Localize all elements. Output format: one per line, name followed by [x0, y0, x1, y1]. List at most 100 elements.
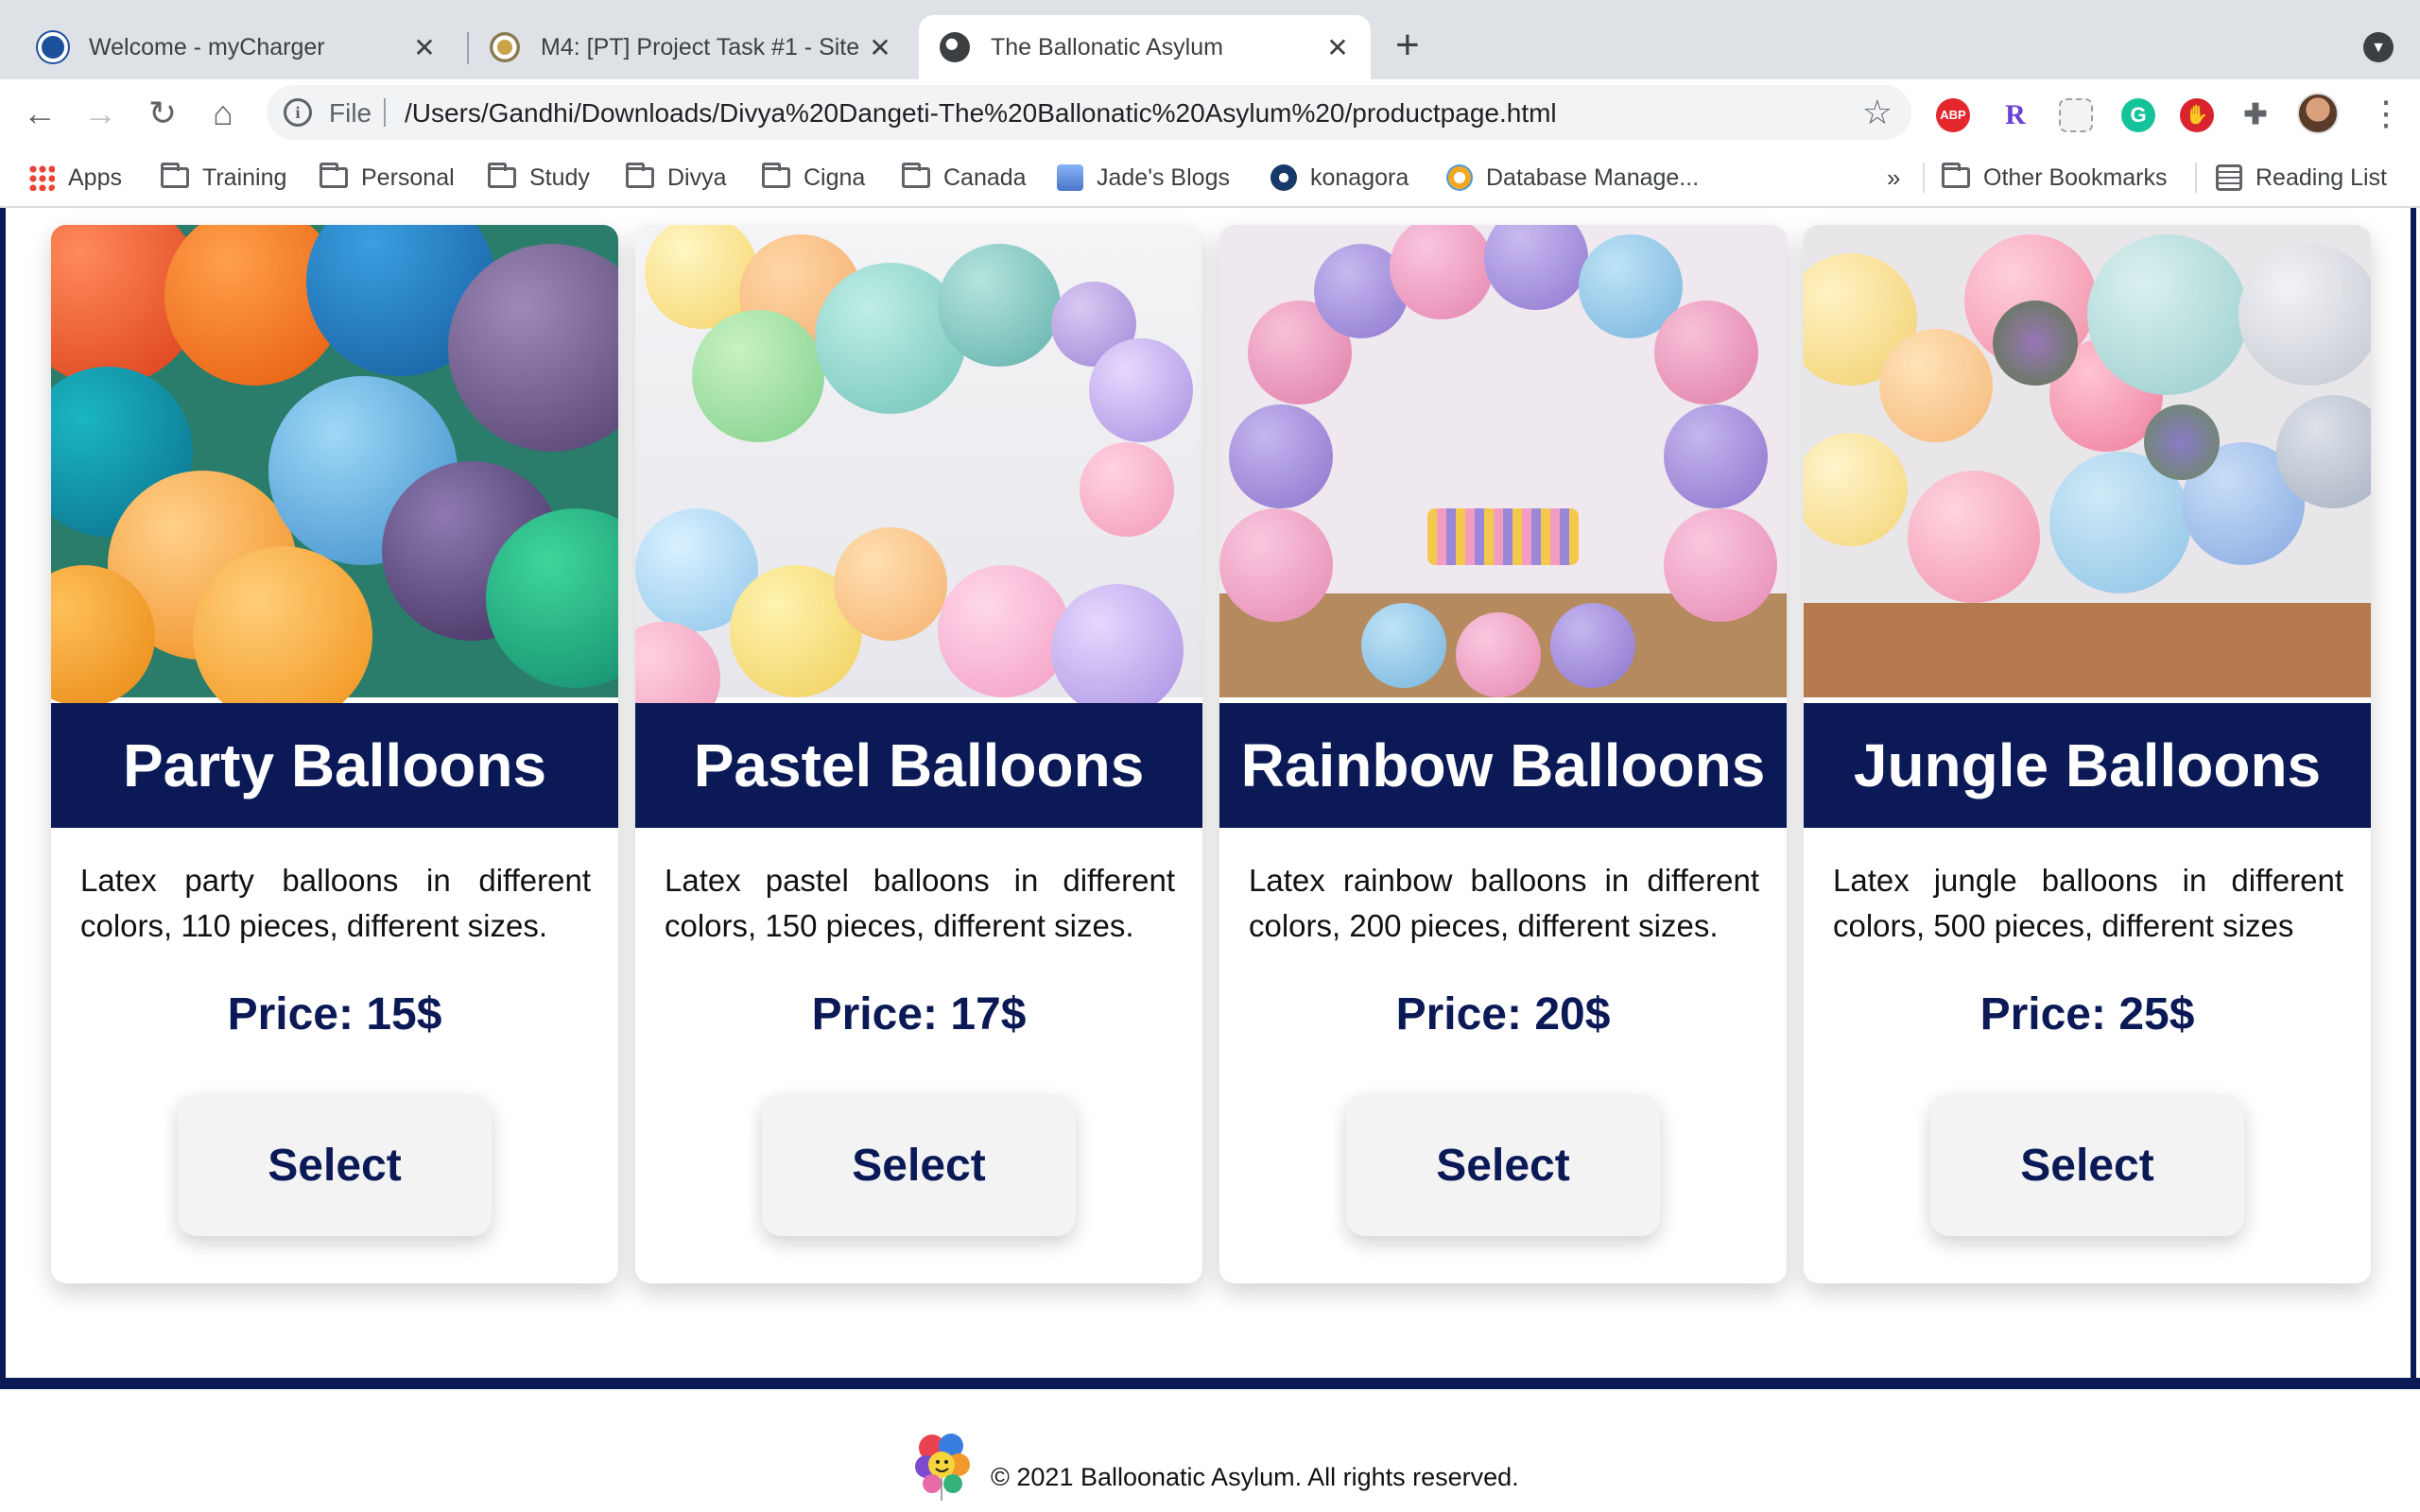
home-icon[interactable]: ⌂ — [202, 93, 244, 134]
info-icon[interactable]: i — [284, 98, 312, 127]
bookmark-cigna[interactable]: Cigna — [762, 161, 865, 195]
bookmark-label: Jade's Blogs — [1097, 163, 1230, 191]
bookmark-label: Personal — [361, 163, 455, 191]
product-description: Latex pastel balloons in different color… — [665, 863, 1175, 943]
bookmark-label: Apps — [68, 163, 122, 191]
close-tab-icon[interactable]: ✕ — [410, 32, 439, 63]
folder-icon — [161, 163, 189, 188]
folder-icon — [1942, 163, 1970, 188]
bookmark-study[interactable]: Study — [488, 161, 590, 195]
page-footer: © 2021 Balloonatic Asylum. All rights re… — [0, 1389, 2420, 1512]
konagora-icon — [1270, 164, 1297, 191]
select-pastel-balloons-button[interactable]: Select — [762, 1094, 1076, 1236]
profile-avatar[interactable] — [2297, 93, 2339, 134]
folder-icon — [902, 163, 930, 188]
bookmark-label: Canada — [943, 163, 1027, 191]
select-jungle-balloons-button[interactable]: Select — [1930, 1094, 2244, 1236]
stop-hand-icon[interactable]: ✋ — [2180, 98, 2214, 132]
balloonatic-asylum-logo — [904, 1423, 983, 1503]
tab-ballonatic-asylum[interactable]: The Ballonatic Asylum ✕ — [919, 15, 1371, 79]
tab-title: Welcome - myCharger — [89, 33, 325, 60]
forward-arrow-icon[interactable]: → — [79, 93, 121, 134]
close-tab-icon[interactable]: ✕ — [866, 32, 894, 63]
tab-title: The Ballonatic Asylum — [991, 33, 1223, 60]
bookmark-apps[interactable]: Apps — [28, 161, 122, 195]
close-tab-icon[interactable]: ✕ — [1323, 32, 1352, 63]
browser-toolbar: ← → ↻ ⌂ i File /Users/Gandhi/Downloads/D… — [0, 79, 2420, 147]
bookmark-personal[interactable]: Personal — [320, 161, 455, 195]
back-arrow-icon[interactable]: ← — [19, 93, 60, 134]
bookmarks-divider — [2195, 163, 2197, 193]
bookmark-training[interactable]: Training — [161, 161, 286, 195]
select-rainbow-balloons-button[interactable]: Select — [1346, 1094, 1660, 1236]
address-bar[interactable]: i File /Users/Gandhi/Downloads/Divya%20D… — [267, 85, 1911, 140]
grammarly-icon[interactable]: G — [2121, 98, 2155, 132]
reload-icon[interactable]: ↻ — [142, 93, 183, 134]
party-balloons-image — [51, 225, 618, 726]
bookmarks-bar: Apps Training Personal Study Divya Cigna… — [0, 147, 2420, 208]
extension-r-icon[interactable]: R — [1998, 98, 2032, 132]
pastel-balloons-image — [635, 225, 1202, 735]
product-price: Price: 20$ — [1395, 989, 1611, 1040]
page-viewport: Party Balloons Latex party balloons in d… — [0, 208, 2420, 1512]
product-grid: Party Balloons Latex party balloons in d… — [51, 225, 2371, 1302]
browser-menu-icon[interactable]: ⋮ — [2369, 96, 2403, 130]
product-price: Price: 17$ — [811, 989, 1027, 1040]
address-url[interactable]: /Users/Gandhi/Downloads/Divya%20Dangeti-… — [405, 98, 1557, 129]
bookmark-label: Database Manage... — [1486, 163, 1700, 191]
bookmark-label: Divya — [667, 163, 727, 191]
adblock-plus-icon[interactable]: ABP — [1936, 98, 1970, 132]
university-seal-icon — [490, 32, 520, 62]
product-description: Latex jungle balloons in different color… — [1833, 863, 2343, 943]
folder-icon — [762, 163, 790, 188]
bookmarks-overflow-chevron[interactable]: » — [1887, 161, 1900, 195]
folder-icon — [320, 163, 348, 188]
bookmark-label: Other Bookmarks — [1983, 163, 2168, 191]
reading-list-button[interactable]: Reading List — [2216, 161, 2387, 195]
footer-copyright: © 2021 Balloonatic Asylum. All rights re… — [991, 1463, 1519, 1491]
product-card-jungle: Jungle Balloons Latex jungle balloons in… — [1804, 225, 2371, 1283]
apps-grid-icon — [28, 164, 55, 191]
bookmark-database-manager[interactable]: Database Manage... — [1446, 161, 1699, 195]
folder-icon — [488, 163, 516, 188]
product-title: Party Balloons — [122, 731, 547, 799]
page-border-left — [0, 208, 6, 1382]
address-scheme: File — [329, 98, 372, 128]
tab-project-task[interactable]: M4: [PT] Project Task #1 - Site ✕ — [469, 15, 913, 79]
screen-capture-extension-icon[interactable] — [2059, 98, 2093, 132]
product-description: Latex rainbow balloons in different colo… — [1249, 863, 1759, 943]
select-party-balloons-button[interactable]: Select — [178, 1094, 492, 1236]
bookmark-konagora[interactable]: konagora — [1270, 161, 1409, 195]
database-icon — [1446, 164, 1473, 191]
bookmark-jades-blogs[interactable]: Jade's Blogs — [1057, 161, 1230, 195]
tab-search-chevron-icon[interactable]: ▼ — [2363, 32, 2394, 62]
product-title-banner: Party Balloons — [51, 703, 618, 828]
page-border-right — [2411, 208, 2416, 1382]
bookmark-label: Cigna — [804, 163, 866, 191]
bookmark-label: Reading List — [2256, 163, 2387, 191]
product-price: Price: 15$ — [227, 989, 442, 1040]
rainbow-balloons-image — [1219, 225, 1787, 697]
product-description: Latex party balloons in different colors… — [80, 863, 591, 943]
bookmark-star-icon[interactable]: ☆ — [1862, 93, 1893, 132]
new-tab-plus-icon[interactable]: + — [1395, 25, 1420, 66]
jungle-balloons-image — [1804, 225, 2371, 697]
tab-welcome-mycharger[interactable]: Welcome - myCharger ✕ — [17, 15, 458, 79]
product-title: Pastel Balloons — [693, 731, 1145, 799]
mycharger-favicon-icon — [38, 32, 68, 62]
extensions-puzzle-icon[interactable]: ✚ — [2238, 98, 2273, 132]
product-title-banner: Pastel Balloons — [635, 703, 1202, 828]
bookmark-other-bookmarks[interactable]: Other Bookmarks — [1942, 161, 2168, 195]
bookmark-canada[interactable]: Canada — [902, 161, 1027, 195]
tab-strip: Welcome - myCharger ✕ M4: [PT] Project T… — [0, 0, 2420, 79]
globe-icon — [940, 32, 970, 62]
reading-list-icon — [2216, 164, 2242, 191]
bookmarks-divider — [1923, 163, 1925, 193]
product-card-party: Party Balloons Latex party balloons in d… — [51, 225, 618, 1283]
product-card-pastel: Pastel Balloons Latex pastel balloons in… — [635, 225, 1202, 1283]
bookmark-divya[interactable]: Divya — [626, 161, 727, 195]
overflow-chevron-icon: » — [1887, 163, 1901, 192]
bookmark-label: Study — [529, 163, 590, 191]
address-divider — [384, 98, 386, 127]
folder-icon — [626, 163, 654, 188]
